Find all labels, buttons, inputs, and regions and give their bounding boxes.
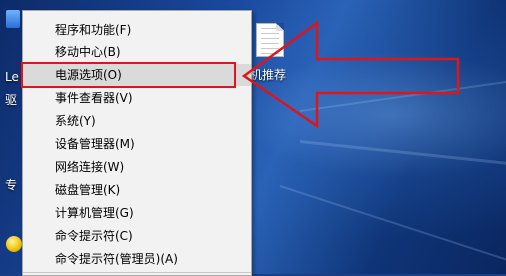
annotation-arrow-icon bbox=[241, 20, 460, 129]
